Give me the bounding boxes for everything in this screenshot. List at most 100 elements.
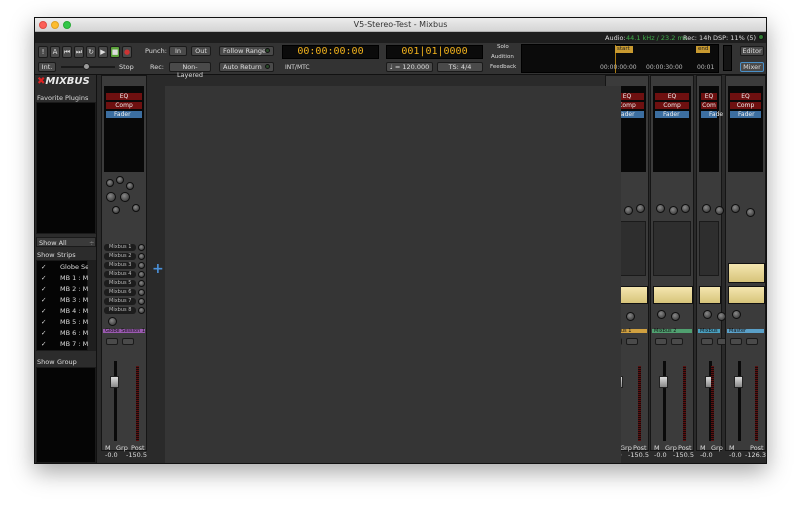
strip-visible-checkbox[interactable]: ✓ bbox=[41, 263, 46, 271]
list-item[interactable]: ✓ MB 3 : M bbox=[36, 294, 88, 305]
plugin-com[interactable]: Com bbox=[701, 102, 717, 109]
master-pan-knob-icon[interactable] bbox=[732, 310, 741, 319]
plugin-eq[interactable]: EQ bbox=[655, 93, 689, 100]
loop-icon[interactable]: ↻ bbox=[86, 46, 96, 58]
comp-knob-icon[interactable] bbox=[702, 204, 711, 213]
eq-knob-icon[interactable] bbox=[116, 176, 124, 184]
mixbus-send-button[interactable]: Mixbus 7 bbox=[104, 298, 136, 305]
plugin-comp[interactable]: Comp bbox=[106, 102, 142, 109]
mixbus-send-button[interactable]: Mixbus 2 bbox=[104, 253, 136, 260]
plugin-filter-dropdown[interactable]: Show All ÷ bbox=[36, 237, 96, 247]
send-level-knob-icon[interactable] bbox=[138, 280, 145, 287]
zoom-button[interactable] bbox=[63, 21, 71, 29]
eq-knob-icon[interactable] bbox=[132, 204, 140, 212]
solo-safe-button[interactable] bbox=[671, 338, 683, 345]
start-marker[interactable]: start bbox=[615, 46, 633, 53]
send-level-knob-icon[interactable] bbox=[138, 298, 145, 305]
meter-point-button[interactable]: Post bbox=[131, 444, 145, 452]
solo-isolate-button[interactable] bbox=[730, 338, 742, 345]
groups-list[interactable] bbox=[36, 367, 96, 463]
strip-visible-checkbox[interactable]: ✓ bbox=[41, 307, 46, 315]
list-item[interactable]: ✓ MB 5 : M bbox=[36, 316, 88, 327]
mixer-button[interactable]: Mixer bbox=[740, 62, 764, 72]
plugin-comp[interactable]: Comp bbox=[730, 102, 761, 109]
comp-knob-icon[interactable] bbox=[624, 206, 633, 215]
plugin-eq[interactable]: EQ bbox=[106, 93, 142, 100]
comp-knob-icon[interactable] bbox=[656, 204, 665, 213]
mixbus-send-button[interactable]: Mixbus 8 bbox=[104, 307, 136, 314]
editor-button[interactable]: Editor bbox=[740, 46, 764, 56]
list-item[interactable]: ✓ MB 1 : M bbox=[36, 272, 88, 283]
goto-end-icon[interactable]: ⏭ bbox=[74, 46, 84, 58]
master-knob-icon[interactable] bbox=[731, 204, 740, 213]
pan-knob-icon[interactable] bbox=[108, 317, 117, 326]
mixbus-send-button[interactable]: Mixbus 4 bbox=[104, 271, 136, 278]
secondary-clock[interactable]: 001|01|0000 bbox=[386, 45, 483, 59]
strips-scrollbar[interactable] bbox=[88, 260, 96, 351]
goto-start-icon[interactable]: ⏮ bbox=[62, 46, 72, 58]
plugin-fader[interactable]: Fader bbox=[106, 111, 142, 118]
processor-box[interactable]: EQ Comp Fader bbox=[653, 86, 691, 172]
solo-indicator[interactable]: Solo bbox=[497, 44, 509, 50]
feedback-indicator[interactable]: Feedback bbox=[490, 64, 516, 70]
mute-button[interactable]: M bbox=[729, 444, 735, 452]
tempo-display[interactable]: ♩ = 120.000 bbox=[386, 62, 433, 72]
eq-knob-icon[interactable] bbox=[106, 179, 114, 187]
solo-safe-button[interactable] bbox=[122, 338, 134, 345]
send-level-knob-icon[interactable] bbox=[138, 262, 145, 269]
strip-visible-checkbox[interactable]: ✓ bbox=[41, 274, 46, 282]
shuttle-handle-icon[interactable] bbox=[83, 63, 90, 70]
eq-knob-icon[interactable] bbox=[112, 206, 120, 214]
strip-visible-checkbox[interactable]: ✓ bbox=[41, 296, 46, 304]
minimize-button[interactable] bbox=[51, 21, 59, 29]
auto-play-icon[interactable]: A bbox=[50, 46, 60, 58]
group-button[interactable]: Grp bbox=[620, 444, 632, 452]
punch-out-button[interactable]: Out bbox=[191, 46, 211, 56]
primary-clock[interactable]: 00:00:00:00 bbox=[282, 45, 379, 59]
strip-visible-checkbox[interactable]: ✓ bbox=[41, 285, 46, 293]
list-item[interactable]: ✓ MB 6 : M bbox=[36, 327, 88, 338]
plugin-fader[interactable]: Fader bbox=[655, 111, 689, 118]
send-level-knob-icon[interactable] bbox=[138, 271, 145, 278]
send-level-knob-icon[interactable] bbox=[138, 289, 145, 296]
eq-knob-icon[interactable] bbox=[126, 182, 134, 190]
send-level-knob-icon[interactable] bbox=[138, 307, 145, 314]
solo-isolate-button[interactable] bbox=[655, 338, 667, 345]
plugin-eq[interactable]: EQ bbox=[701, 93, 717, 100]
list-item[interactable]: ✓ MB 7 : M bbox=[36, 338, 88, 349]
close-button[interactable] bbox=[39, 21, 47, 29]
solo-safe-button[interactable] bbox=[626, 338, 638, 345]
solo-isolate-button[interactable] bbox=[106, 338, 118, 345]
stop-icon[interactable]: ■ bbox=[110, 46, 120, 58]
master-knob-icon[interactable] bbox=[746, 208, 755, 217]
panic-icon[interactable]: ! bbox=[38, 46, 48, 58]
volume-fader[interactable] bbox=[110, 376, 119, 388]
group-button[interactable]: Grp bbox=[711, 444, 723, 452]
pan-knob-icon[interactable] bbox=[671, 312, 680, 321]
mixbus-send-button[interactable]: Mixbus 5 bbox=[104, 280, 136, 287]
plugin-eq[interactable]: EQ bbox=[730, 93, 761, 100]
plugin-fader[interactable]: Fader bbox=[730, 111, 761, 118]
meter-point-button[interactable]: Post bbox=[750, 444, 764, 452]
eq-knob-icon[interactable] bbox=[106, 192, 116, 202]
auto-return-toggle[interactable]: Auto Return bbox=[219, 62, 274, 72]
solo-isolate-button[interactable] bbox=[701, 338, 713, 345]
list-item[interactable]: ✓ MB 2 : M bbox=[36, 283, 88, 294]
time-signature-display[interactable]: TS: 4/4 bbox=[437, 62, 483, 72]
pan-knob-icon[interactable] bbox=[657, 310, 666, 319]
mute-button[interactable]: M bbox=[105, 444, 111, 452]
strip-visible-checkbox[interactable]: ✓ bbox=[41, 318, 46, 326]
record-icon[interactable]: ● bbox=[122, 46, 132, 58]
processor-box[interactable]: EQ Comp Fader bbox=[104, 86, 144, 172]
comp-knob-icon[interactable] bbox=[669, 206, 678, 215]
strip-pane-empty[interactable] bbox=[165, 86, 621, 463]
mute-button[interactable]: M bbox=[700, 444, 706, 452]
mixbus-send-button[interactable]: Mixbus 1 bbox=[104, 244, 136, 251]
meter-point-button[interactable]: Post bbox=[633, 444, 647, 452]
processor-box[interactable]: EQ Comp Fader bbox=[728, 86, 763, 172]
plugin-comp[interactable]: Comp bbox=[655, 102, 689, 109]
meter-point-button[interactable]: Post bbox=[678, 444, 692, 452]
play-icon[interactable]: ▶ bbox=[98, 46, 108, 58]
mixbus-send-button[interactable]: Mixbus 6 bbox=[104, 289, 136, 296]
end-marker[interactable]: end bbox=[696, 46, 710, 53]
